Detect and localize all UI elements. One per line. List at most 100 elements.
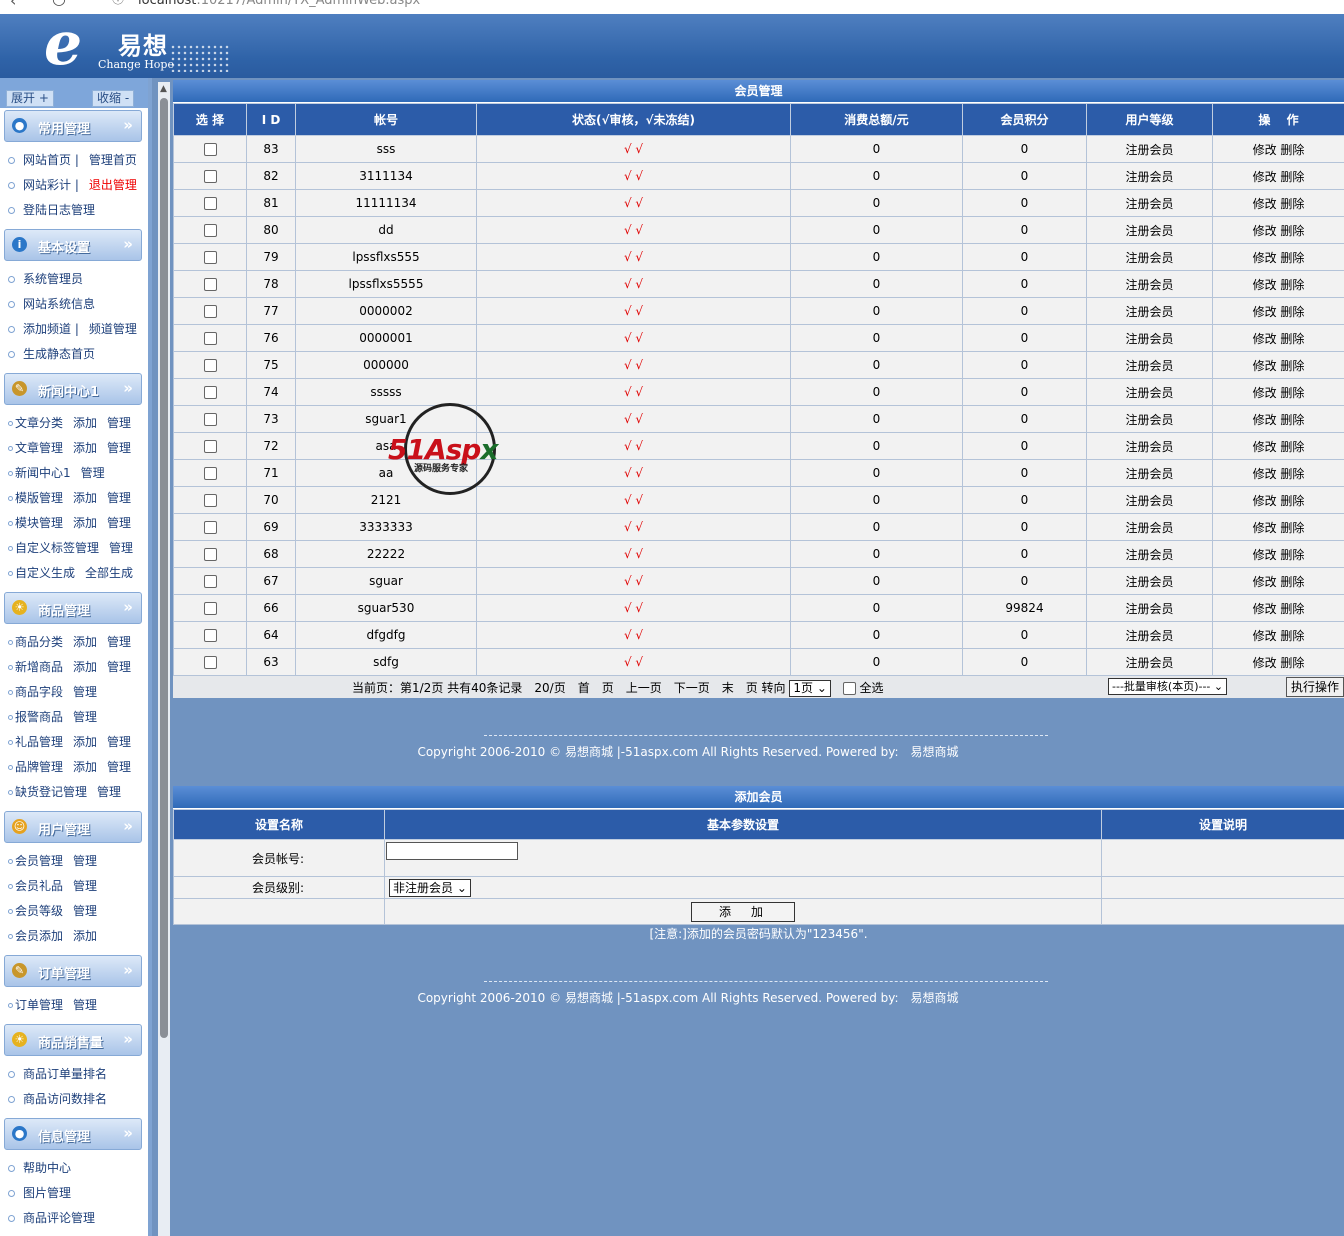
sidebar-link[interactable]: 退出管理 bbox=[89, 178, 137, 192]
sidebar-link[interactable]: 管理 bbox=[73, 710, 97, 724]
sidebar-link[interactable]: 报警商品 bbox=[15, 710, 63, 724]
sidebar-link[interactable]: 系统管理员 bbox=[23, 272, 83, 286]
row-checkbox[interactable] bbox=[203, 602, 217, 615]
sidebar-link[interactable]: 管理首页 bbox=[89, 153, 137, 167]
double-chevron-icon[interactable]: » bbox=[123, 379, 133, 397]
sidebar-link[interactable]: 管理 bbox=[107, 735, 131, 749]
sidebar-link[interactable]: 管理 bbox=[73, 904, 97, 918]
row-checkbox[interactable] bbox=[203, 494, 217, 507]
select-all-checkbox[interactable] bbox=[842, 682, 856, 695]
sidebar-section-1[interactable]: i 基本设置 » bbox=[4, 229, 142, 261]
sidebar-link[interactable]: 管理 bbox=[107, 635, 131, 649]
row-checkbox[interactable] bbox=[203, 656, 217, 669]
row-checkbox[interactable] bbox=[203, 548, 217, 561]
double-chevron-icon[interactable]: » bbox=[123, 1124, 133, 1142]
sidebar-link[interactable]: 管理 bbox=[109, 541, 133, 555]
double-chevron-icon[interactable]: » bbox=[123, 817, 133, 835]
sidebar-section-7[interactable]: ● 信息管理 » bbox=[4, 1118, 142, 1150]
row-checkbox[interactable] bbox=[203, 197, 217, 210]
edit-link[interactable]: 修改 删除 bbox=[1253, 197, 1305, 211]
row-checkbox[interactable] bbox=[203, 359, 217, 372]
sidebar-link[interactable]: 管理 bbox=[73, 998, 97, 1012]
sidebar-link[interactable]: 管理 bbox=[97, 785, 121, 799]
sidebar-link[interactable]: 网站首页 | bbox=[23, 153, 79, 167]
sidebar-link[interactable]: 商品分类 bbox=[15, 635, 63, 649]
sidebar-link[interactable]: 添加 bbox=[73, 929, 97, 943]
edit-link[interactable]: 修改 删除 bbox=[1253, 143, 1305, 157]
sidebar-link[interactable]: 会员添加 bbox=[15, 929, 63, 943]
double-chevron-icon[interactable]: » bbox=[123, 116, 133, 134]
row-checkbox[interactable] bbox=[203, 224, 217, 237]
edit-link[interactable]: 修改 删除 bbox=[1253, 413, 1305, 427]
address-bar[interactable]: ‹ ○ ⓘ localhost:10217/Admin/TX_AdminWeb.… bbox=[0, 0, 1344, 14]
account-input[interactable] bbox=[386, 842, 518, 860]
row-checkbox[interactable] bbox=[203, 305, 217, 318]
sidebar-link[interactable]: 网站系统信息 bbox=[23, 297, 95, 311]
sidebar-link[interactable]: 文章管理 bbox=[15, 441, 63, 455]
sidebar-link[interactable]: 品牌管理 bbox=[15, 760, 63, 774]
edit-link[interactable]: 修改 删除 bbox=[1253, 170, 1305, 184]
sidebar-section-2[interactable]: ✎ 新闻中心1 » bbox=[4, 373, 142, 405]
sidebar-link[interactable]: 生成静态首页 bbox=[23, 347, 95, 361]
sidebar-link[interactable]: 文章分类 bbox=[15, 416, 63, 430]
row-checkbox[interactable] bbox=[203, 251, 217, 264]
sidebar-link[interactable]: 登陆日志管理 bbox=[23, 203, 95, 217]
edit-link[interactable]: 修改 删除 bbox=[1253, 251, 1305, 265]
add-button[interactable]: 添 加 bbox=[691, 901, 795, 922]
edit-link[interactable]: 修改 删除 bbox=[1253, 305, 1305, 319]
sidebar-link[interactable]: 自定义生成 bbox=[15, 566, 75, 580]
edit-link[interactable]: 修改 删除 bbox=[1253, 548, 1305, 562]
sidebar-section-4[interactable]: ☺ 用户管理 » bbox=[4, 811, 142, 843]
edit-link[interactable]: 修改 删除 bbox=[1253, 440, 1305, 454]
double-chevron-icon[interactable]: » bbox=[123, 598, 133, 616]
edit-link[interactable]: 修改 删除 bbox=[1253, 278, 1305, 292]
double-chevron-icon[interactable]: » bbox=[123, 1030, 133, 1048]
sidebar-link[interactable]: 管理 bbox=[107, 491, 131, 505]
sidebar-link[interactable]: 会员管理 bbox=[15, 854, 63, 868]
sidebar-link[interactable]: 礼品管理 bbox=[15, 735, 63, 749]
row-checkbox[interactable] bbox=[203, 332, 217, 345]
sidebar-link[interactable]: 添加 bbox=[73, 735, 97, 749]
sidebar-link[interactable]: 添加 bbox=[73, 491, 97, 505]
edit-link[interactable]: 修改 删除 bbox=[1253, 224, 1305, 238]
sidebar-section-6[interactable]: ☀ 商品销售量 » bbox=[4, 1024, 142, 1056]
row-checkbox[interactable] bbox=[203, 575, 217, 588]
sidebar-link[interactable]: 商品评论管理 bbox=[23, 1211, 95, 1225]
sidebar-link[interactable]: 管理 bbox=[73, 854, 97, 868]
double-chevron-icon[interactable]: » bbox=[123, 961, 133, 979]
row-checkbox[interactable] bbox=[203, 143, 217, 156]
edit-link[interactable]: 修改 删除 bbox=[1253, 386, 1305, 400]
row-checkbox[interactable] bbox=[203, 413, 217, 426]
edit-link[interactable]: 修改 删除 bbox=[1253, 467, 1305, 481]
scroll-thumb[interactable] bbox=[160, 98, 168, 1038]
scroll-up-icon[interactable]: ▲ bbox=[160, 84, 167, 94]
row-checkbox[interactable] bbox=[203, 467, 217, 480]
sidebar-link[interactable]: 网站彩计 | bbox=[23, 178, 79, 192]
sidebar-link[interactable]: 模版管理 bbox=[15, 491, 63, 505]
sidebar-link[interactable]: 缺货登记管理 bbox=[15, 785, 87, 799]
sidebar-section-5[interactable]: ✎ 订单管理 » bbox=[4, 955, 142, 987]
level-select[interactable]: 非注册会员 ⌄ bbox=[389, 878, 471, 897]
sidebar-section-3[interactable]: ☀ 商品管理 » bbox=[4, 592, 142, 624]
url-text[interactable]: localhost:10217/Admin/TX_AdminWeb.aspx bbox=[138, 0, 420, 8]
sidebar-link[interactable]: 商品订单量排名 bbox=[23, 1067, 107, 1081]
execute-button[interactable]: 执行操作 bbox=[1286, 677, 1344, 697]
sidebar-link[interactable]: 添加 bbox=[73, 635, 97, 649]
sidebar-link[interactable]: 管理 bbox=[107, 516, 131, 530]
edit-link[interactable]: 修改 删除 bbox=[1253, 521, 1305, 535]
sidebar-link[interactable]: 商品访问数排名 bbox=[23, 1092, 107, 1106]
sidebar-link[interactable]: 会员礼品 bbox=[15, 879, 63, 893]
sidebar-link[interactable]: 管理 bbox=[73, 879, 97, 893]
sidebar-link[interactable]: 添加 bbox=[73, 660, 97, 674]
sidebar-link[interactable]: 商品字段 bbox=[15, 685, 63, 699]
sidebar-link[interactable]: 添加 bbox=[73, 416, 97, 430]
double-chevron-icon[interactable]: » bbox=[123, 235, 133, 253]
edit-link[interactable]: 修改 删除 bbox=[1253, 359, 1305, 373]
row-checkbox[interactable] bbox=[203, 386, 217, 399]
pager-info[interactable]: 当前页：第1/2页 共有40条记录 20/页 首 页 上一页 下一页 末 页 转… bbox=[352, 681, 786, 695]
edit-link[interactable]: 修改 删除 bbox=[1253, 575, 1305, 589]
sidebar-link[interactable]: 管理 bbox=[107, 660, 131, 674]
page-select[interactable]: 1页 ⌄ bbox=[789, 680, 831, 697]
sidebar-section-0[interactable]: ● 常用管理 » bbox=[4, 110, 142, 142]
edit-link[interactable]: 修改 删除 bbox=[1253, 656, 1305, 670]
